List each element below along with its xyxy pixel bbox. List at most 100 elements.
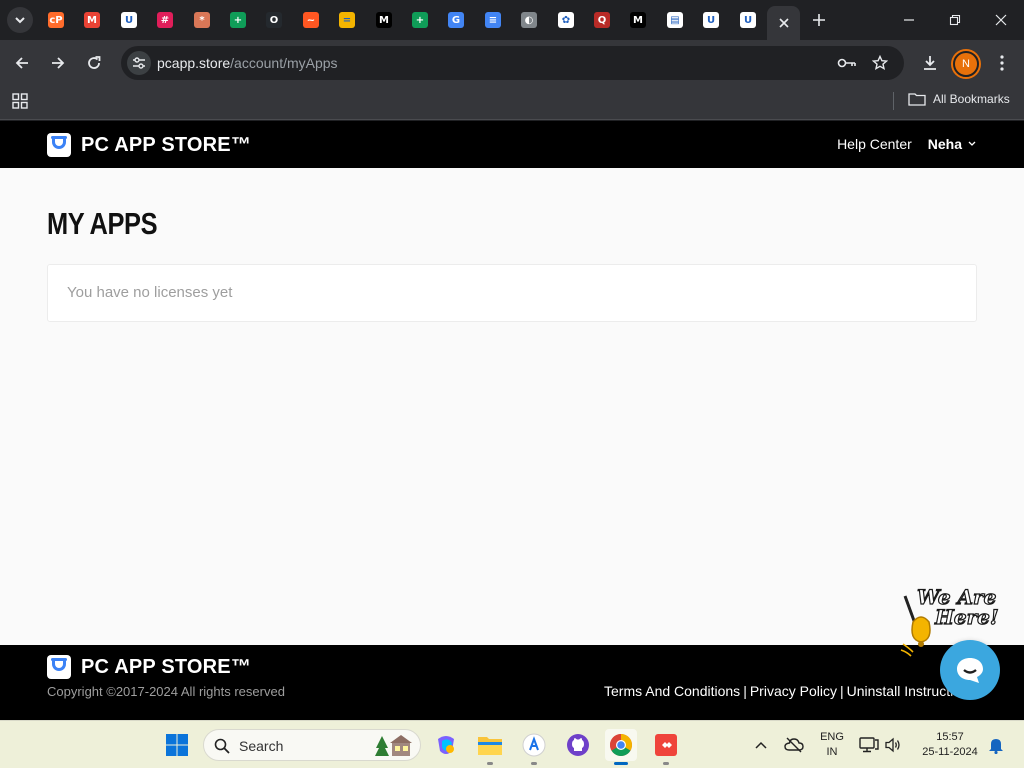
arrow-right-icon — [52, 57, 65, 69]
empty-state-message: You have no licenses yet — [67, 284, 233, 301]
all-bookmarks-button[interactable]: All Bookmarks — [908, 92, 1010, 106]
terms-link[interactable]: Terms And Conditions — [604, 683, 740, 699]
pcappstore-logo-icon — [47, 133, 71, 157]
google-icon: G — [448, 12, 464, 28]
taskbar-github-desktop[interactable] — [562, 729, 594, 761]
minimize-button[interactable] — [886, 0, 932, 40]
bookmarks-bar: All Bookmarks — [0, 86, 1024, 120]
link-separator: | — [839, 683, 844, 699]
browser-tab[interactable]: # — [153, 8, 177, 32]
address-bar[interactable]: pcapp.store/account/myApps — [121, 46, 904, 80]
page-title: MY APPS — [47, 206, 158, 241]
browser-tab[interactable]: G — [444, 8, 468, 32]
url-domain: pcapp.store — [157, 55, 231, 71]
close-window-button[interactable] — [978, 0, 1024, 40]
live-chat-button[interactable] — [940, 640, 1000, 700]
apps-grid-button[interactable] — [11, 92, 29, 110]
url-text[interactable]: pcapp.store/account/myApps — [157, 55, 338, 71]
tab-strip: cP M U # * + O ~ = M + G ≡ ◐ ✿ Q M ▤ U U — [0, 0, 1024, 40]
footer-logo[interactable]: PC APP STORE™ — [47, 655, 251, 679]
speaker-icon — [885, 737, 900, 753]
browser-tab[interactable]: M — [372, 8, 396, 32]
browser-tab[interactable]: ✿ — [554, 8, 578, 32]
notifications-button[interactable] — [986, 721, 1006, 768]
privacy-link[interactable]: Privacy Policy — [750, 683, 837, 699]
docs-icon: ≡ — [485, 12, 501, 28]
browser-tab[interactable]: M — [626, 8, 650, 32]
tab-search-button[interactable] — [7, 7, 33, 33]
taskbar-chrome[interactable] — [605, 729, 637, 765]
winter-village-icon — [375, 735, 412, 756]
taskbar-search[interactable]: Search — [203, 729, 421, 761]
pcappstore-icon: U — [703, 12, 719, 28]
app-store-icon — [522, 733, 546, 757]
profile-avatar[interactable]: N — [953, 51, 979, 77]
taskbar-app-store[interactable] — [518, 729, 550, 765]
browser-tab[interactable]: ▤ — [663, 8, 687, 32]
volume-control[interactable] — [883, 721, 903, 768]
browser-tab[interactable]: + — [226, 8, 250, 32]
taskbar-anydesk[interactable] — [650, 729, 682, 765]
onedrive-status[interactable] — [782, 721, 806, 768]
download-icon — [924, 56, 936, 70]
taskbar-clock[interactable]: 15:57 25-11-2024 — [915, 730, 985, 760]
footer-brand-name: PC APP STORE™ — [81, 655, 252, 678]
new-tab-button[interactable] — [808, 9, 830, 31]
browser-tab[interactable]: = — [335, 8, 359, 32]
running-indicator — [531, 762, 537, 765]
bookmark-star-button[interactable] — [870, 53, 890, 73]
password-key-button[interactable] — [837, 53, 857, 73]
medium-icon: M — [376, 12, 392, 28]
gmail-icon: M — [84, 12, 100, 28]
footer-links: Terms And Conditions | Privacy Policy | … — [604, 683, 964, 699]
browser-tab[interactable]: + — [408, 8, 432, 32]
close-icon — [778, 18, 789, 28]
claude-icon: * — [194, 12, 210, 28]
cpanel-icon: cP — [48, 12, 64, 28]
search-label: Search — [239, 738, 284, 754]
browser-tab[interactable]: ◐ — [517, 8, 541, 32]
downloads-button[interactable] — [917, 50, 943, 76]
browser-tab[interactable]: U — [117, 8, 141, 32]
minimize-icon — [904, 19, 914, 21]
chat-bubble-icon — [957, 658, 983, 683]
browser-tab[interactable]: ~ — [299, 8, 323, 32]
help-center-link[interactable]: Help Center — [837, 136, 912, 152]
tab-active-close-button[interactable] — [767, 6, 800, 40]
reload-button[interactable] — [80, 49, 108, 77]
back-button[interactable] — [8, 49, 36, 77]
image-icon: ▤ — [667, 12, 683, 28]
anydesk-icon — [655, 734, 677, 756]
browser-tab[interactable]: M — [80, 8, 104, 32]
browser-tab[interactable]: * — [190, 8, 214, 32]
slack-icon: # — [157, 12, 173, 28]
input-language-indicator[interactable]: ENG IN — [818, 730, 846, 760]
sheets-icon: + — [230, 12, 246, 28]
browser-tab[interactable]: cP — [44, 8, 68, 32]
web-page: PC APP STORE™ Help Center Neha MY APPS Y… — [0, 121, 1024, 720]
browser-tab[interactable]: O — [262, 8, 286, 32]
browser-tab[interactable]: Q — [590, 8, 614, 32]
browser-tab[interactable]: ≡ — [481, 8, 505, 32]
pcappstore-logo-icon — [47, 655, 71, 679]
restore-button[interactable] — [932, 0, 978, 40]
running-indicator — [663, 762, 669, 765]
cloud-offline-icon — [784, 737, 804, 753]
medium-icon: M — [630, 12, 646, 28]
browser-tab[interactable]: U — [699, 8, 723, 32]
link-separator: | — [743, 683, 747, 699]
chrome-menu-button[interactable] — [989, 50, 1015, 76]
forward-button[interactable] — [44, 49, 72, 77]
taskbar-file-explorer[interactable] — [474, 729, 506, 765]
taskbar-copilot[interactable] — [430, 729, 462, 761]
start-button[interactable] — [165, 733, 189, 757]
user-menu[interactable]: Neha — [928, 136, 976, 152]
url-path: /account/myApps — [230, 55, 338, 71]
show-hidden-icons-button[interactable] — [750, 721, 772, 768]
site-logo-link[interactable]: PC APP STORE™ — [47, 133, 251, 157]
bell-icon — [989, 739, 1003, 754]
clock-time: 15:57 — [936, 731, 964, 743]
site-info-button[interactable] — [127, 51, 151, 75]
network-status[interactable] — [858, 721, 880, 768]
browser-tab[interactable]: U — [736, 8, 760, 32]
